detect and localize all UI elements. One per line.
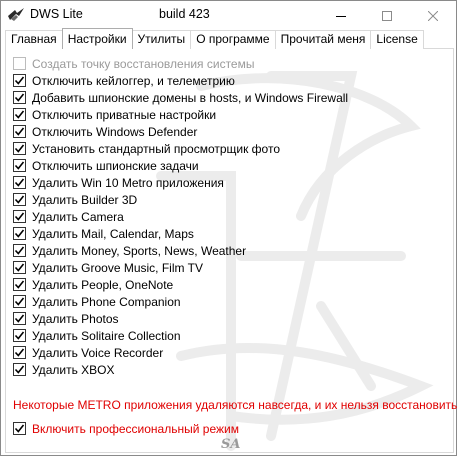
option-label: Удалить Mail, Calendar, Maps xyxy=(32,226,194,241)
option-label: Удалить Money, Sports, News, Weather xyxy=(32,243,247,258)
checkmark-icon xyxy=(14,178,25,187)
author-signature: SA xyxy=(221,437,241,452)
option-label: Удалить Photos xyxy=(32,311,119,326)
checkmark-icon xyxy=(14,110,25,119)
checkmark-icon xyxy=(14,212,25,221)
checkmark-icon xyxy=(14,280,25,289)
checkbox-checked[interactable] xyxy=(13,278,26,291)
checkmark-icon xyxy=(14,161,25,170)
option-label: Удалить Groove Music, Film TV xyxy=(32,260,203,275)
checkmark-icon xyxy=(14,127,25,136)
maximize-button[interactable] xyxy=(364,1,410,30)
option-pro-mode[interactable]: Включить профессиональный режим xyxy=(13,420,239,437)
option-disable-defender[interactable]: Отключить Windows Defender xyxy=(13,123,197,140)
minimize-button[interactable] xyxy=(318,1,364,30)
option-remove-voice-recorder[interactable]: Удалить Voice Recorder xyxy=(13,344,163,361)
option-restore-point[interactable]: Создать точку восстановления системы xyxy=(13,55,254,72)
tab-about[interactable]: О программе xyxy=(190,30,276,49)
checkmark-icon xyxy=(14,348,25,357)
checkbox-checked[interactable] xyxy=(13,159,26,172)
option-disable-spy-tasks[interactable]: Отключить шпионские задачи xyxy=(13,157,199,174)
option-label: Добавить шпионские домены в hosts, и Win… xyxy=(32,90,349,105)
option-label: Установить стандартный просмотрщик фото xyxy=(32,141,281,156)
option-label: Удалить Win 10 Metro приложения xyxy=(32,175,224,190)
checkmark-icon xyxy=(14,195,25,204)
checkbox-checked[interactable] xyxy=(13,227,26,240)
option-label: Отключить приватные настройки xyxy=(32,107,217,122)
option-disable-private-settings[interactable]: Отключить приватные настройки xyxy=(13,106,216,123)
option-label: Удалить Camera xyxy=(32,209,124,224)
tab-utilities[interactable]: Утилиты xyxy=(131,30,192,49)
checkmark-icon xyxy=(14,424,25,433)
tab-license[interactable]: License xyxy=(370,30,424,49)
option-remove-builder-3d[interactable]: Удалить Builder 3D xyxy=(13,191,137,208)
option-remove-people-onenote[interactable]: Удалить People, OneNote xyxy=(13,276,173,293)
checkbox-checked[interactable] xyxy=(13,210,26,223)
app-window: DWS Lite build 423 Главная Настройки Ути… xyxy=(0,0,457,456)
option-remove-metro-apps[interactable]: Удалить Win 10 Metro приложения xyxy=(13,174,224,191)
checkmark-icon xyxy=(14,297,25,306)
option-remove-photos[interactable]: Удалить Photos xyxy=(13,310,119,327)
checkmark-icon xyxy=(14,246,25,255)
checkmark-icon xyxy=(14,314,25,323)
option-label: Удалить Builder 3D xyxy=(32,192,138,207)
option-label: Создать точку восстановления системы xyxy=(32,56,255,71)
checkbox-checked[interactable] xyxy=(13,74,26,87)
option-label: Удалить Voice Recorder xyxy=(32,345,164,360)
option-remove-xbox[interactable]: Удалить XBOX xyxy=(13,361,115,378)
option-label: Удалить XBOX xyxy=(32,362,115,377)
checkbox-checked[interactable] xyxy=(13,363,26,376)
option-label: Отключить шпионские задачи xyxy=(32,158,199,173)
option-label: Удалить Phone Companion xyxy=(32,294,181,309)
checkbox-checked[interactable] xyxy=(13,176,26,189)
window-title: DWS Lite xyxy=(30,7,83,21)
title-bar[interactable]: DWS Lite build 423 xyxy=(1,1,456,30)
checkmark-icon xyxy=(14,144,25,153)
checkbox-checked[interactable] xyxy=(13,244,26,257)
checkbox-checked[interactable] xyxy=(13,261,26,274)
tab-strip: Главная Настройки Утилиты О программе Пр… xyxy=(5,28,424,49)
checkbox-checked[interactable] xyxy=(13,91,26,104)
tab-settings[interactable]: Настройки xyxy=(61,28,133,49)
checkbox-checked[interactable] xyxy=(13,295,26,308)
close-button[interactable] xyxy=(410,1,456,30)
checkbox-unchecked[interactable] xyxy=(13,57,26,70)
checkbox-checked[interactable] xyxy=(13,312,26,325)
minimize-icon xyxy=(336,15,346,17)
option-remove-phone-companion[interactable]: Удалить Phone Companion xyxy=(13,293,181,310)
checkmark-icon xyxy=(14,229,25,238)
tab-home[interactable]: Главная xyxy=(5,30,63,49)
checkmark-icon xyxy=(14,331,25,340)
checkbox-checked[interactable] xyxy=(13,142,26,155)
metro-warning-text: Некоторые METRO приложения удаляются нав… xyxy=(13,398,457,412)
app-logo-icon xyxy=(7,7,25,23)
option-remove-solitaire[interactable]: Удалить Solitaire Collection xyxy=(13,327,181,344)
tab-readme[interactable]: Прочитай меня xyxy=(274,30,372,49)
option-remove-mail-calendar-maps[interactable]: Удалить Mail, Calendar, Maps xyxy=(13,225,194,242)
checkbox-checked[interactable] xyxy=(13,193,26,206)
checkbox-checked[interactable] xyxy=(13,108,26,121)
checkmark-icon xyxy=(14,263,25,272)
checkbox-checked[interactable] xyxy=(13,125,26,138)
build-label: build 423 xyxy=(159,7,210,21)
option-label: Удалить People, OneNote xyxy=(32,277,174,292)
maximize-icon xyxy=(382,10,392,21)
checkmark-icon xyxy=(14,93,25,102)
option-label: Отключить Windows Defender xyxy=(32,124,198,139)
checkbox-checked[interactable] xyxy=(13,422,26,435)
option-remove-money-sports-news[interactable]: Удалить Money, Sports, News, Weather xyxy=(13,242,246,259)
checkmark-icon xyxy=(14,365,25,374)
close-icon xyxy=(428,10,438,21)
checkbox-checked[interactable] xyxy=(13,346,26,359)
option-disable-keylogger[interactable]: Отключить кейлоггер, и телеметрию xyxy=(13,72,235,89)
checkmark-icon xyxy=(14,76,25,85)
checkbox-checked[interactable] xyxy=(13,329,26,342)
option-label: Удалить Solitaire Collection xyxy=(32,328,181,343)
option-label: Отключить кейлоггер, и телеметрию xyxy=(32,73,235,88)
pro-mode-label: Включить профессиональный режим xyxy=(32,421,239,436)
option-spy-domains-hosts[interactable]: Добавить шпионские домены в hosts, и Win… xyxy=(13,89,348,106)
option-remove-camera[interactable]: Удалить Camera xyxy=(13,208,124,225)
option-remove-groove-music[interactable]: Удалить Groove Music, Film TV xyxy=(13,259,203,276)
option-default-photo-viewer[interactable]: Установить стандартный просмотрщик фото xyxy=(13,140,280,157)
